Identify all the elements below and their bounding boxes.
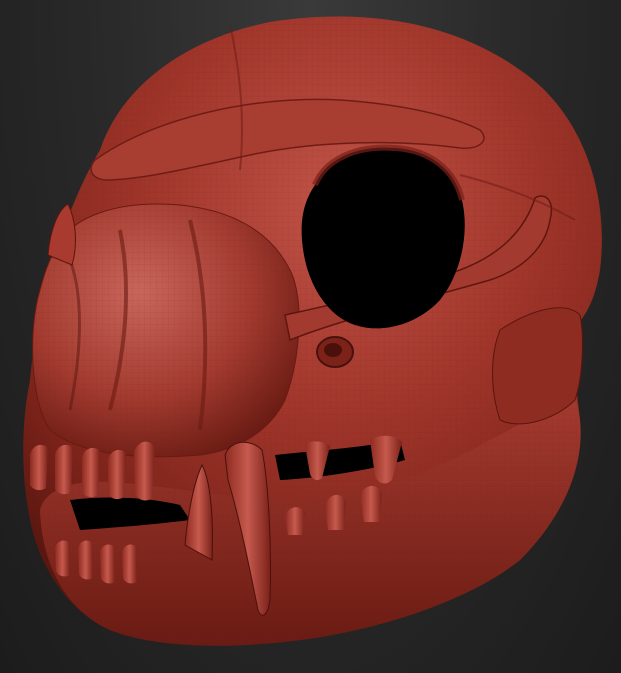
skull-render — [23, 16, 602, 646]
nasal-spike — [47, 203, 76, 266]
3d-viewport[interactable] — [0, 0, 621, 673]
